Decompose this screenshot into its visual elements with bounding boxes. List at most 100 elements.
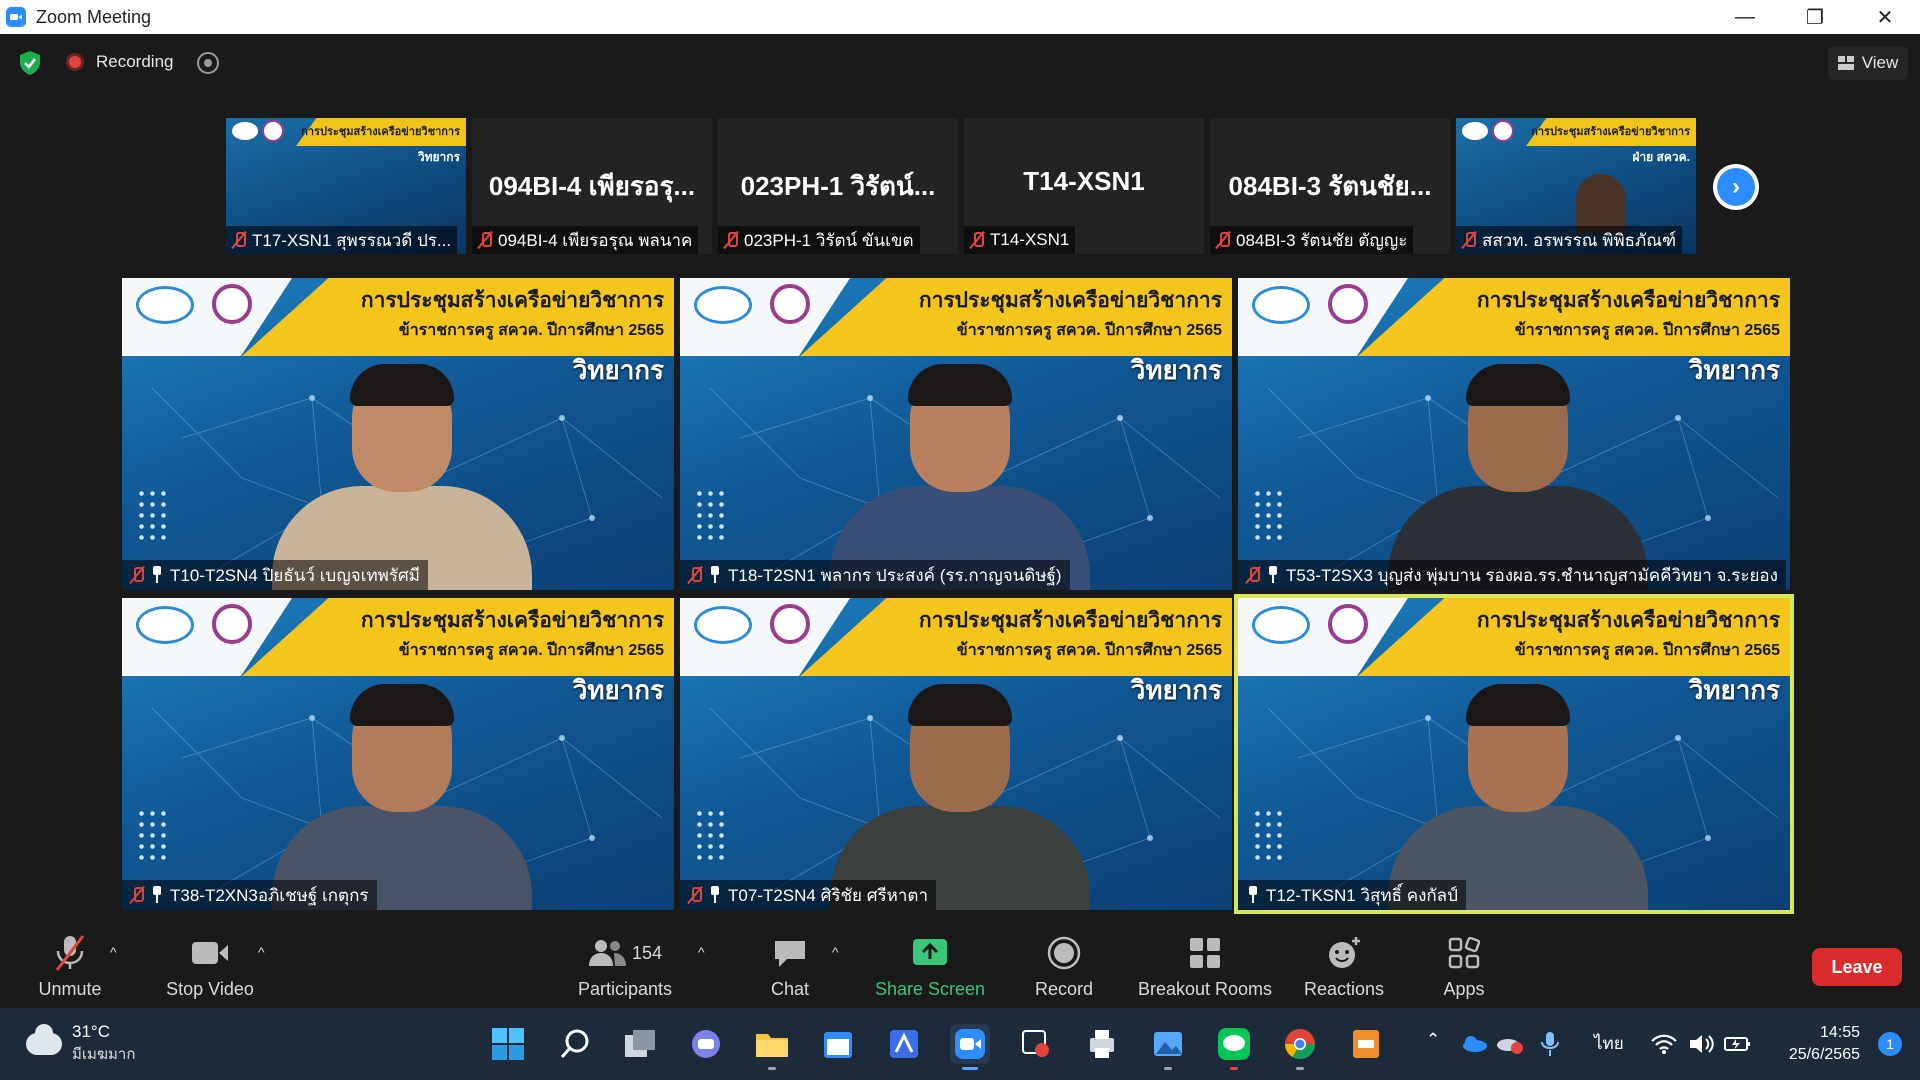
search-button[interactable] [555,1024,595,1064]
next-page-button[interactable]: › [1713,164,1759,210]
window-title: Zoom Meeting [36,6,152,27]
participant-thumbnail[interactable]: การประชุมสร้างเครือข่ายวิชาการ วิทยากร T… [226,118,466,254]
mic-muted-icon [50,933,90,973]
pin-icon [708,886,722,904]
chat-options-chevron-icon[interactable]: ^ [832,944,839,960]
unmute-label: Unmute [38,979,102,999]
emblem-icon [212,604,252,644]
recording-stop-icon[interactable] [197,52,219,74]
zoom-app-icon [6,7,26,27]
mic-muted-icon [130,886,144,904]
participant-name-label: T18-T2SN1 พลากร ประสงค์ (รร.กาญจนดิษฐ์) [680,560,1070,590]
video-tile[interactable]: การประชุมสร้างเครือข่ายวิชาการ ข้าราชการ… [1234,594,1794,914]
onedrive-error-tray[interactable] [1490,1024,1530,1064]
stop-video-button[interactable]: Stop Video [160,924,260,1008]
participants-count: 154 [631,942,663,963]
participant-thumbnail[interactable]: การประชุมสร้างเครือข่ายวิชาการ ฝ่าย สควค… [1456,118,1696,254]
reactions-button[interactable]: Reactions [1294,924,1394,1008]
view-button[interactable]: View [1828,46,1908,80]
close-button[interactable]: ✕ [1850,0,1920,34]
taskbar-file-explorer[interactable] [752,1024,792,1070]
participant-name: T53-T2SX3 บุญส่ง พุ่มบาน รองผอ.รร.ชำนาญส… [1286,565,1778,585]
reactions-label: Reactions [1303,979,1385,999]
share-screen-button[interactable]: Share Screen [872,924,988,1008]
task-view-icon [625,1030,655,1057]
logo-icon [1252,606,1310,644]
thumbnail-slide-sub: วิทยากร [417,150,460,164]
taskbar-zoom[interactable] [950,1024,990,1070]
video-tile[interactable]: การประชุมสร้างเครือข่ายวิชาการ ข้าราชการ… [680,278,1232,590]
video-tile[interactable]: การประชุมสร้างเครือข่ายวิชาการ ข้าราชการ… [122,598,674,910]
participants-button[interactable]: 154 Participants [570,924,680,1008]
participant-thumbnail[interactable]: T14-XSN1 T14-XSN1 [964,118,1204,254]
video-gallery: การประชุมสร้างเครือข่ายวิชาการ ข้าราชการ… [122,278,1802,914]
emblem-icon [1328,284,1368,324]
breakout-rooms-button[interactable]: Breakout Rooms [1134,924,1276,1008]
battery-charging-icon [1724,1037,1750,1051]
apps-label: Apps [1443,979,1485,999]
participants-options-chevron-icon[interactable]: ^ [698,944,705,960]
maximize-button[interactable]: ❐ [1780,0,1850,34]
participant-name-label: T10-T2SN4 ปิยธันว์ เบญจเทพรัศมี [122,560,429,590]
weather-temperature: 31°C [72,1022,110,1041]
video-camera-icon [190,933,230,973]
chat-button[interactable]: Chat [752,924,828,1008]
minimize-button[interactable]: — [1710,0,1780,34]
video-options-chevron-icon[interactable]: ^ [258,944,265,960]
unmute-button[interactable]: Unmute [30,924,110,1008]
taskbar-snipping-tool[interactable] [1016,1024,1056,1064]
video-tile[interactable]: การประชุมสร้างเครือข่ายวิชาการ ข้าราชการ… [1238,278,1790,590]
recording-indicator[interactable]: Recording [66,52,174,72]
apps-button[interactable]: Apps [1426,924,1502,1008]
taskbar-line[interactable] [1214,1024,1254,1070]
network-tray[interactable] [1644,1024,1684,1064]
chrome-icon [1285,1029,1315,1060]
wifi-icon [1651,1034,1677,1054]
chat-label: Chat [770,979,810,999]
onedrive-tray[interactable] [1454,1024,1494,1064]
thumbnail-name: T17-XSN1 สุพรรณวดี ปร... [252,230,452,250]
gallery-grid-icon [1837,56,1854,70]
record-button[interactable]: Record [1026,924,1102,1008]
mic-muted-icon [1216,231,1230,249]
clock-date: 25/6/2565 [1788,1046,1860,1063]
thumbnail-display-name: T14-XSN1 [1023,166,1145,196]
microphone-tray[interactable] [1530,1024,1570,1064]
video-tile[interactable]: การประชุมสร้างเครือข่ายวิชาการ ข้าราชการ… [680,598,1232,910]
taskbar-photos[interactable] [1148,1024,1188,1070]
weather-widget[interactable]: 31°C มีเมฆมาก [26,1022,135,1066]
taskbar-pdf-app[interactable] [1346,1024,1386,1064]
video-tile[interactable]: การประชุมสร้างเครือข่ายวิชาการ ข้าราชการ… [122,278,674,590]
taskbar-printer-app[interactable] [1082,1024,1122,1064]
system-clock[interactable]: 14:55 25/6/2565 [1789,1022,1860,1066]
start-button[interactable] [488,1024,528,1064]
whiteboard-icon [890,1030,918,1058]
input-language[interactable]: ไทย [1594,1030,1624,1057]
windows-taskbar: 31°C มีเมฆมาก ⌃ ไทย 14:55 25/6/2565 1 [0,1008,1920,1080]
taskbar-chrome[interactable] [1280,1024,1320,1070]
show-hidden-icons-chevron-icon[interactable]: ⌃ [1426,1030,1440,1050]
calendar-icon [824,1032,852,1058]
volume-tray[interactable] [1682,1024,1722,1064]
battery-tray[interactable] [1718,1024,1758,1064]
logo-icon [1462,122,1488,140]
taskbar-calendar[interactable] [818,1024,858,1064]
notification-badge[interactable]: 1 [1878,1032,1902,1056]
participant-thumbnail[interactable]: 084BI-3 รัตนชัย... 084BI-3 รัตนชัย ตัญญะ [1210,118,1450,254]
audio-options-chevron-icon[interactable]: ^ [110,944,117,960]
slide-speaker-label: วิทยากร [1130,675,1222,705]
thumbnail-slide-header: การประชุมสร้างเครือข่ายวิชาการ [301,126,460,138]
participant-thumbnail[interactable]: 023PH-1 วิรัตน์... 023PH-1 วิรัตน์ ขันเข… [718,118,958,254]
stop-video-label: Stop Video [166,979,254,999]
share-screen-icon [910,933,950,973]
meeting-top-bar: Recording View [0,34,1920,92]
task-view-button[interactable] [620,1024,660,1064]
security-shield-icon[interactable] [18,50,42,76]
participant-thumbnail[interactable]: 094BI-4 เพียรอรุ... 094BI-4 เพียรอรุณ พล… [472,118,712,254]
participants-label: Participants [577,979,673,999]
thumbnail-name: 094BI-4 เพียรอรุณ พลนาค [498,230,693,250]
leave-button[interactable]: Leave [1812,948,1902,986]
taskbar-teams-chat[interactable] [686,1024,726,1064]
taskbar-whiteboard[interactable] [884,1024,924,1064]
share-screen-label: Share Screen [874,979,986,999]
